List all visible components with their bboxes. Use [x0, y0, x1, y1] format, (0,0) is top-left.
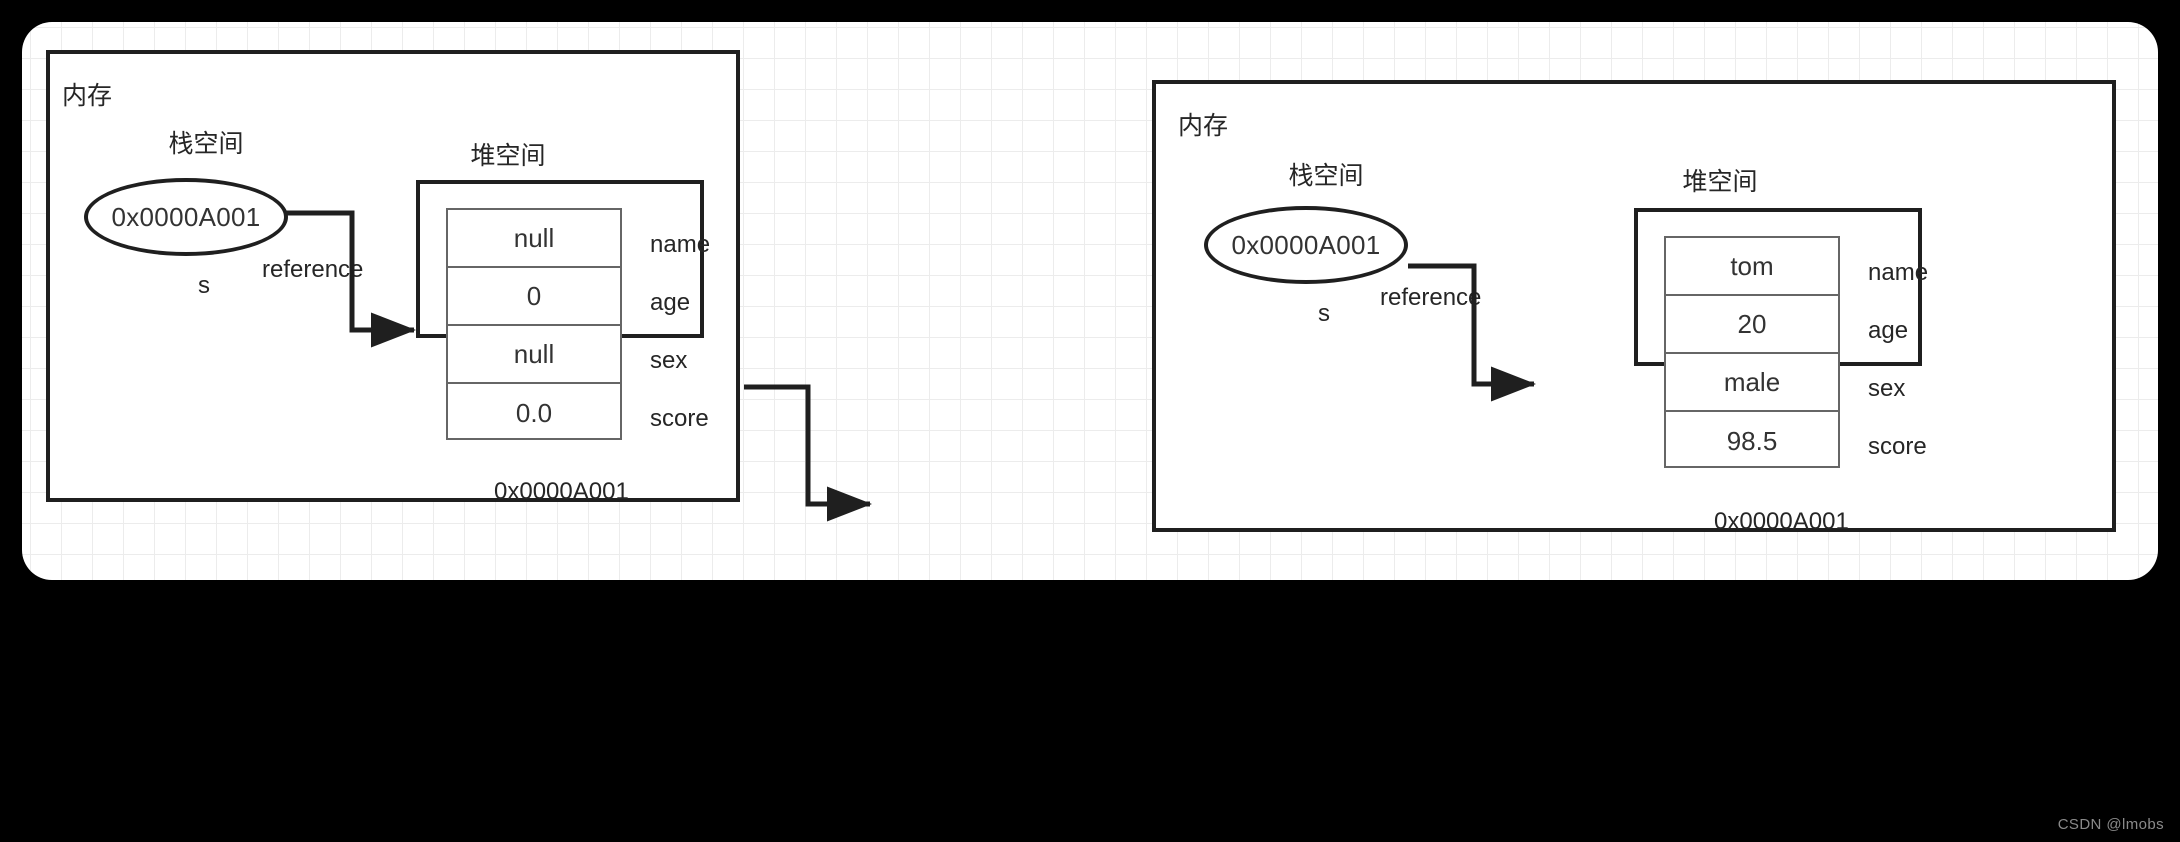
heap-address-label-before: 0x0000A001 — [494, 478, 629, 505]
stack-variable-label-before: s — [198, 272, 210, 299]
stack-reference-ellipse-after: 0x0000A001 — [1204, 206, 1408, 284]
field-value-cell: tom — [1666, 238, 1838, 296]
field-name-label: age — [650, 289, 691, 316]
field-name-label: age — [1868, 317, 1909, 344]
transition-arrow — [744, 384, 872, 522]
field-name-label: sex — [650, 347, 688, 374]
field-name-label: score — [1868, 433, 1927, 460]
field-value-cell: 0 — [448, 268, 620, 326]
watermark: CSDN @lmobs — [2057, 816, 2164, 833]
heap-space-title-after: 堆空间 — [1682, 168, 1758, 196]
stack-space-title-after: 栈空间 — [1288, 162, 1364, 190]
reference-edge-label-before: reference — [262, 256, 364, 283]
field-table-after: tom 20 male 98.5 — [1664, 236, 1840, 468]
heap-space-title-before: 堆空间 — [470, 142, 546, 170]
diagram-stage: 内存 栈空间 堆空间 0x0000A001 s reference null 0 n… — [0, 0, 2180, 842]
stack-variable-label-after: s — [1318, 300, 1330, 327]
stack-reference-ellipse-before: 0x0000A001 — [84, 178, 288, 256]
field-value-cell: null — [448, 326, 620, 384]
field-table-before: null 0 null 0.0 — [446, 208, 622, 440]
field-name-label: name — [1868, 259, 1929, 286]
memory-panel-before: 内存 栈空间 堆空间 0x0000A001 s reference null 0 n… — [46, 50, 740, 505]
field-value-cell: 0.0 — [515, 397, 553, 428]
heap-object-box-before: null 0 null 0.0 name age sex score — [416, 180, 710, 440]
memory-title-after: 内存 — [1178, 112, 1229, 140]
memory-panel-after: 内存 栈空间 堆空间 0x0000A001 s reference tom 20 m… — [1152, 80, 2116, 535]
field-value-cell: 20 — [1666, 296, 1838, 354]
stack-space-title-before: 栈空间 — [168, 130, 244, 158]
reference-edge-label-after: reference — [1380, 284, 1482, 311]
field-name-label: score — [650, 405, 709, 432]
grid-canvas: 内存 栈空间 堆空间 0x0000A001 s reference null 0 n… — [22, 22, 2158, 580]
heap-object-box-after: tom 20 male 98.5 name age sex score — [1634, 208, 1928, 468]
memory-title-before: 内存 — [62, 82, 113, 110]
field-value-cell: 98.5 — [1726, 425, 1778, 456]
field-value-cell: male — [1666, 354, 1838, 412]
heap-address-label-after: 0x0000A001 — [1714, 508, 1849, 535]
field-value-cell: null — [448, 210, 620, 268]
field-name-label: name — [650, 231, 711, 258]
field-name-label: sex — [1868, 375, 1906, 402]
